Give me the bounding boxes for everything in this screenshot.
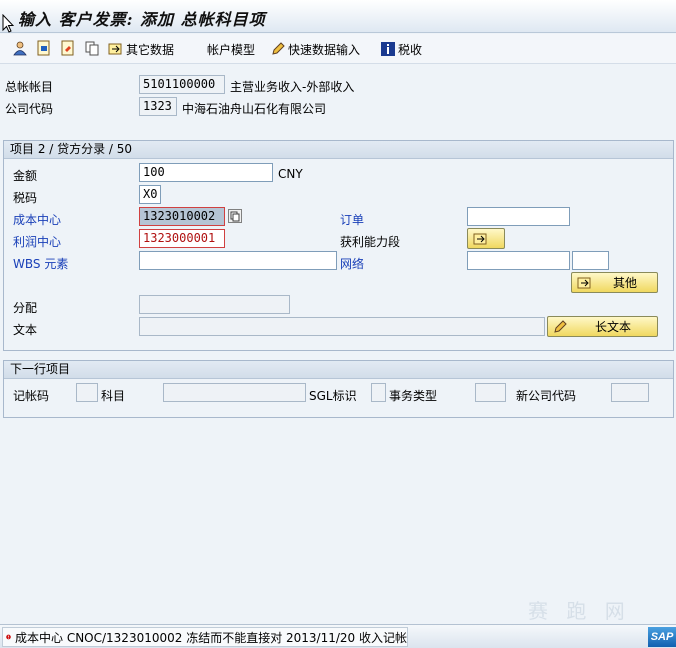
item-group-title: 项目 2 / 贷方分录 / 50 bbox=[4, 141, 673, 159]
special-gl-input[interactable] bbox=[371, 383, 386, 402]
next-item-group-title: 下一行项目 bbox=[4, 361, 673, 379]
profit-center-input[interactable]: 1323000001 bbox=[139, 229, 225, 248]
network-label: 网络 bbox=[340, 257, 365, 271]
amount-input[interactable]: 100 bbox=[139, 163, 273, 182]
arrow-right-icon bbox=[577, 277, 591, 288]
gl-account-field: 5101100000 bbox=[139, 75, 225, 94]
arrow-right-icon bbox=[108, 43, 122, 55]
profit-center-label: 利润中心 bbox=[13, 235, 62, 249]
profitability-segment-label: 获利能力段 bbox=[340, 235, 401, 249]
status-message-text: 成本中心 CNOC/1323010002 冻结而不能直接对 2013/11/20… bbox=[15, 630, 407, 645]
new-company-code-input[interactable] bbox=[611, 383, 649, 402]
account-model-button[interactable]: 帐户模型 bbox=[207, 40, 255, 58]
posting-key-input[interactable] bbox=[76, 383, 98, 402]
taxes-button[interactable]: 税收 bbox=[380, 40, 422, 58]
cost-center-input[interactable]: 1323010002 bbox=[139, 207, 225, 226]
status-bar: 成本中心 CNOC/1323010002 冻结而不能直接对 2013/11/20… bbox=[0, 624, 676, 648]
assignment-input[interactable] bbox=[139, 295, 290, 314]
fast-entry-label: 快速数据输入 bbox=[288, 42, 361, 57]
network-input[interactable] bbox=[467, 251, 570, 270]
network-activity-input[interactable] bbox=[572, 251, 609, 270]
mouse-cursor-icon bbox=[2, 14, 14, 33]
arrow-right-icon bbox=[473, 233, 487, 244]
account-label: 科目 bbox=[101, 389, 126, 403]
info-icon bbox=[381, 42, 395, 56]
tax-code-label: 税码 bbox=[13, 191, 38, 205]
fast-entry-button[interactable]: 快速数据输入 bbox=[270, 40, 360, 58]
text-label: 文本 bbox=[13, 323, 38, 337]
sap-logo: SAP bbox=[648, 627, 676, 647]
wbs-element-input[interactable] bbox=[139, 251, 337, 270]
other-data-button[interactable]: 其它数据 bbox=[108, 40, 174, 58]
copy-icon[interactable] bbox=[84, 40, 100, 56]
profitability-segment-button[interactable] bbox=[467, 228, 505, 249]
tax-code-input[interactable]: X0 bbox=[139, 185, 161, 204]
error-icon bbox=[6, 634, 11, 640]
account-model-label: 帐户模型 bbox=[207, 42, 256, 57]
search-help-icon[interactable] bbox=[228, 209, 242, 223]
more-button[interactable]: 其他 bbox=[571, 272, 658, 293]
screen-title: 输入 客户发票: 添加 总帐科目项 bbox=[18, 10, 266, 29]
long-text-button-label: 长文本 bbox=[594, 320, 631, 334]
order-label: 订单 bbox=[340, 213, 365, 227]
wbs-element-label: WBS 元素 bbox=[13, 257, 69, 271]
company-name: 中海石油舟山石化有限公司 bbox=[182, 102, 327, 116]
more-button-label: 其他 bbox=[612, 276, 637, 290]
taxes-label: 税收 bbox=[398, 42, 423, 57]
person-icon[interactable] bbox=[12, 40, 28, 56]
other-data-label: 其它数据 bbox=[126, 42, 175, 57]
assignment-label: 分配 bbox=[13, 301, 38, 315]
gl-account-description: 主营业务收入-外部收入 bbox=[230, 80, 355, 94]
text-input[interactable] bbox=[139, 317, 545, 336]
company-code-field: 1323 bbox=[139, 97, 177, 116]
account-input[interactable] bbox=[163, 383, 306, 402]
pencil-icon bbox=[272, 42, 285, 55]
application-toolbar: 其它数据 帐户模型 快速数据输入 税收 bbox=[0, 34, 676, 64]
company-code-label: 公司代码 bbox=[5, 102, 54, 116]
long-text-button[interactable]: 长文本 bbox=[547, 316, 658, 337]
currency-label: CNY bbox=[278, 167, 303, 181]
status-message[interactable]: 成本中心 CNOC/1323010002 冻结而不能直接对 2013/11/20… bbox=[2, 627, 408, 647]
document-save-icon[interactable] bbox=[36, 40, 52, 56]
transaction-type-label: 事务类型 bbox=[389, 389, 438, 403]
pencil-icon bbox=[554, 319, 567, 333]
document-edit-icon[interactable] bbox=[60, 40, 76, 56]
amount-label: 金额 bbox=[13, 169, 38, 183]
cost-center-label: 成本中心 bbox=[13, 213, 62, 227]
new-company-code-label: 新公司代码 bbox=[516, 389, 577, 403]
special-gl-label: SGL标识 bbox=[309, 389, 357, 403]
watermark-text: 赛 跑 网 bbox=[528, 599, 631, 623]
title-bar: 输入 客户发票: 添加 总帐科目项 bbox=[0, 0, 676, 33]
posting-key-label: 记帐码 bbox=[13, 389, 50, 403]
gl-account-label: 总帐帐目 bbox=[5, 80, 54, 94]
transaction-type-input[interactable] bbox=[475, 383, 506, 402]
order-input[interactable] bbox=[467, 207, 570, 226]
